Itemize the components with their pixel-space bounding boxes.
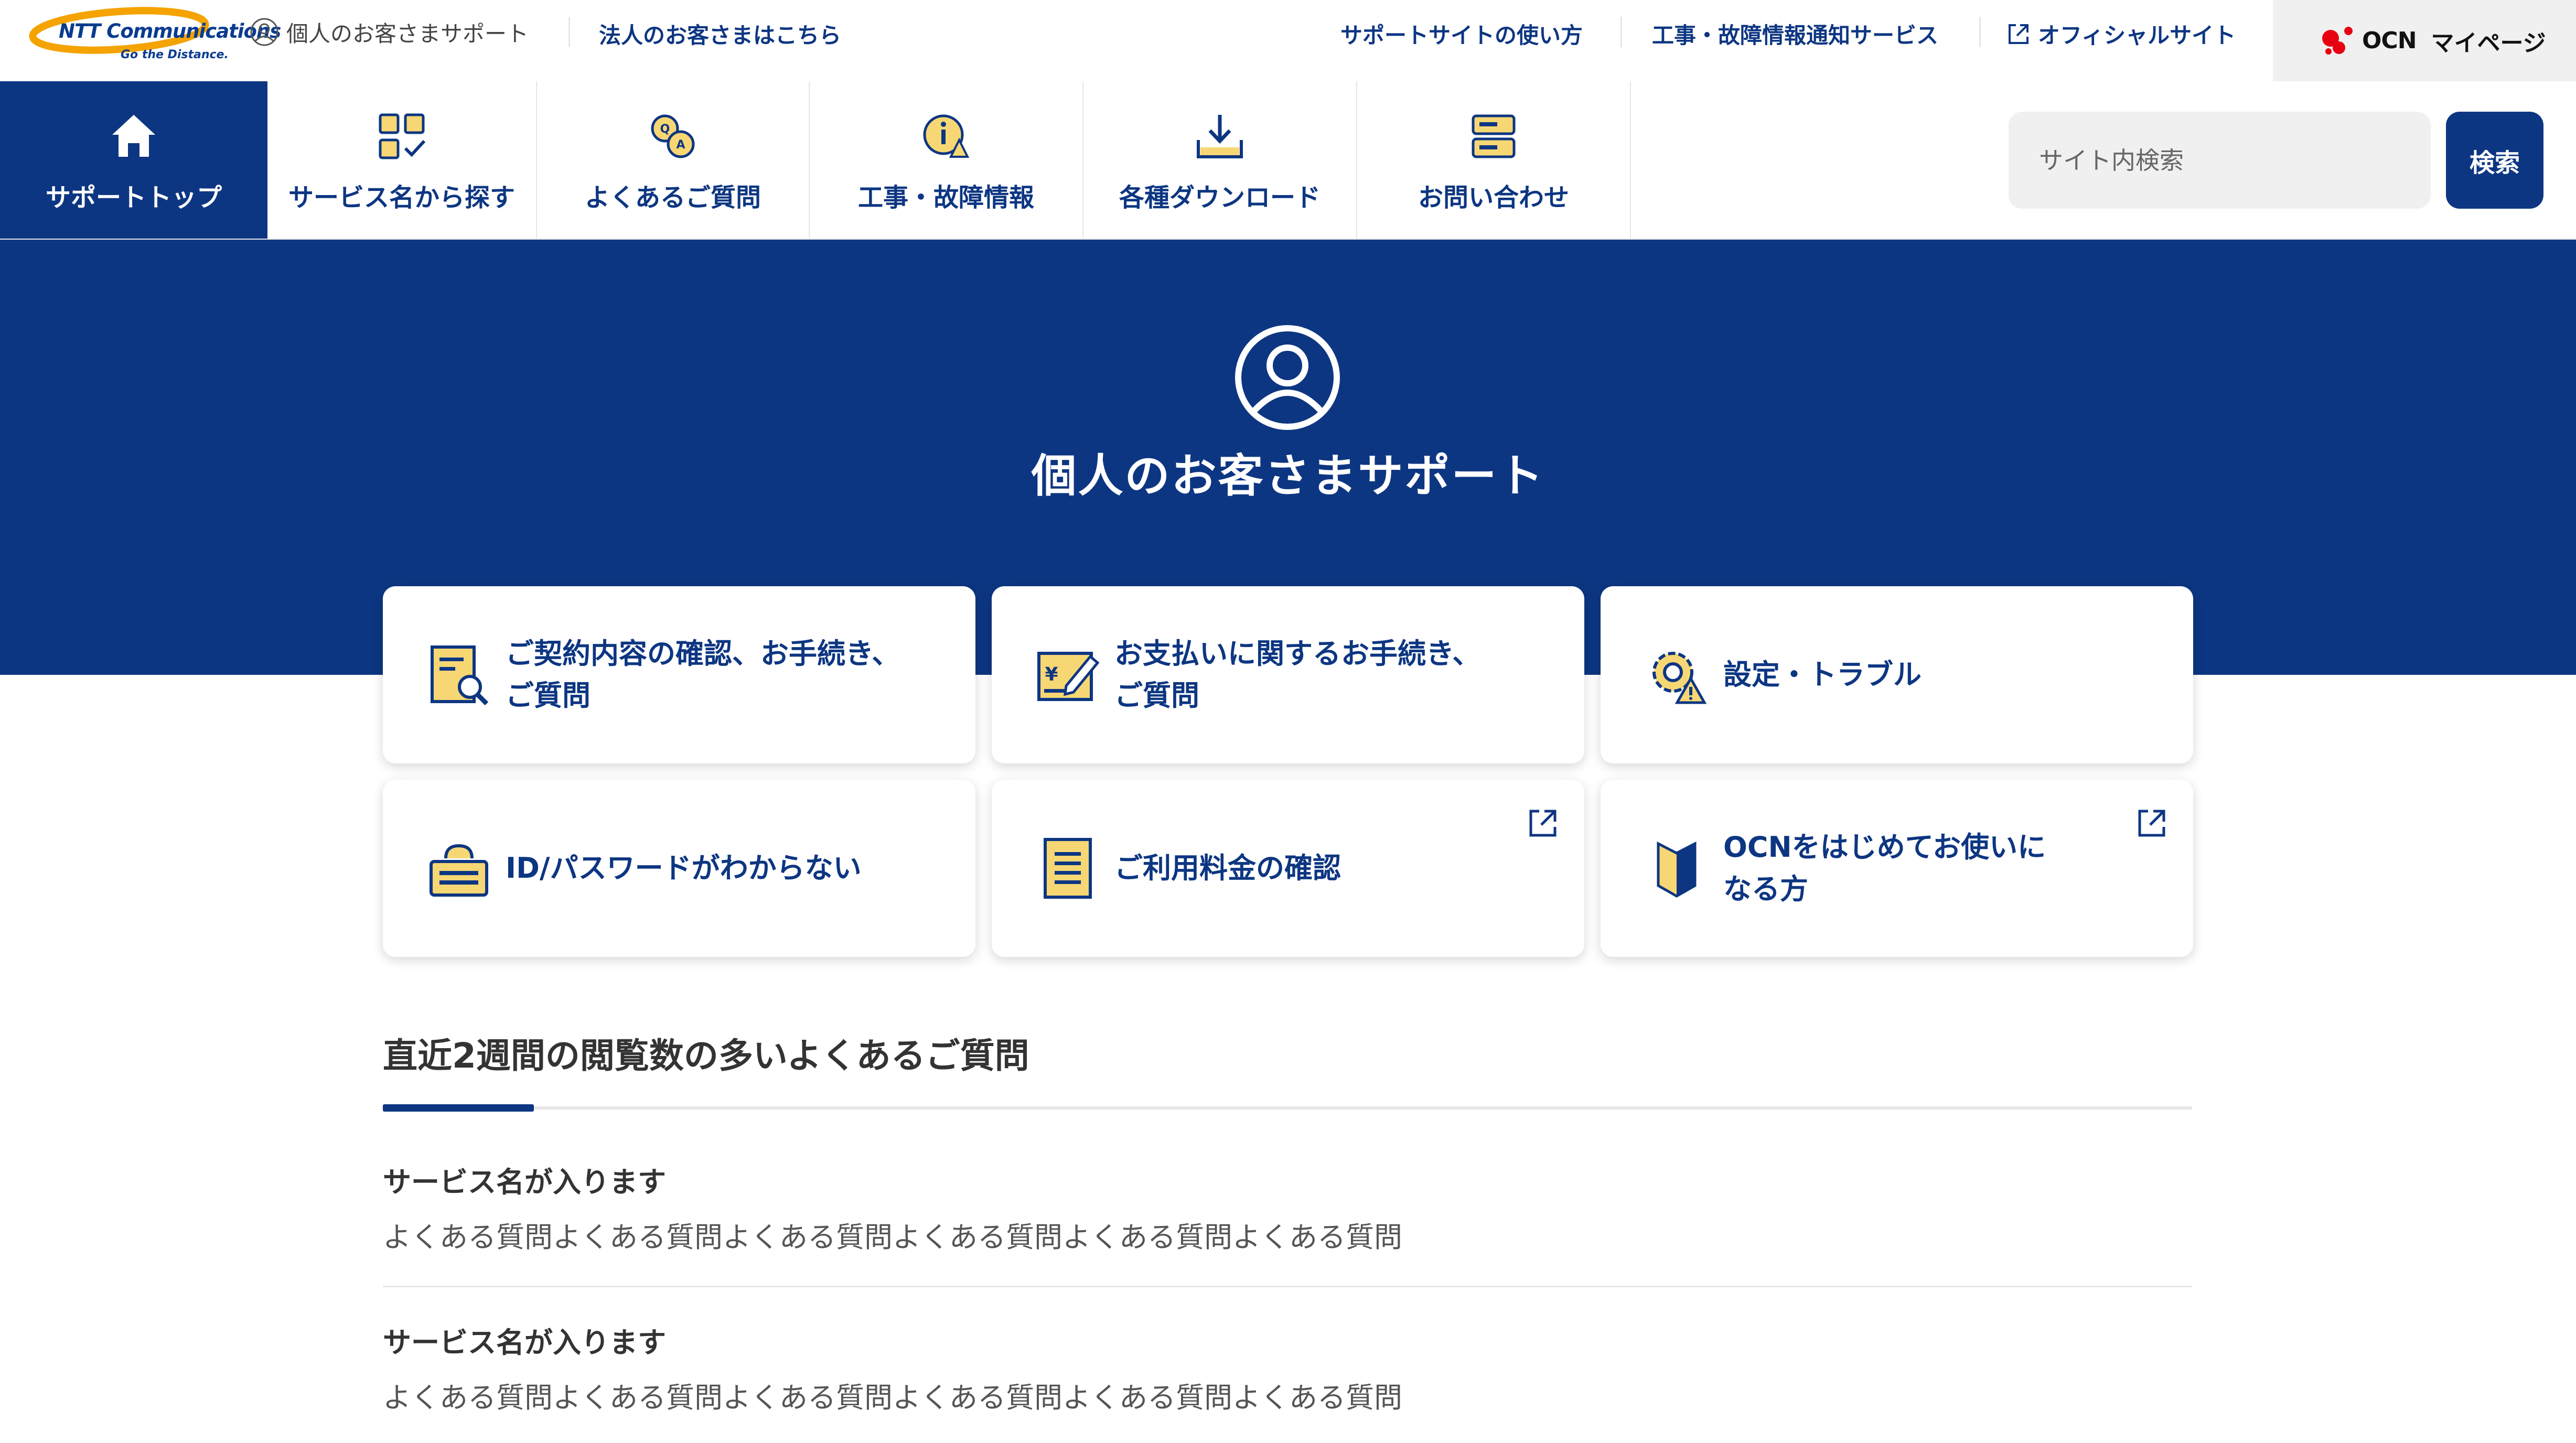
card-ocn-beginner[interactable]: OCNをはじめてお使いに なる方 bbox=[1601, 780, 2193, 957]
card-title: ご利用料金の確認 bbox=[1114, 847, 1341, 889]
svg-text:Q: Q bbox=[660, 123, 670, 136]
ntt-logo[interactable]: NTT Communications Go the Distance. bbox=[27, 4, 281, 67]
contract-search-icon bbox=[431, 645, 489, 706]
nav-label: 各種ダウンロード bbox=[1119, 183, 1321, 212]
nav-faq[interactable]: Q A よくあるご質問 bbox=[537, 81, 810, 239]
card-title-line: お支払いに関するお手続き、 bbox=[1114, 637, 1481, 670]
svg-text:A: A bbox=[676, 138, 685, 152]
card-settings-trouble[interactable]: 設定・トラブル bbox=[1601, 586, 2193, 763]
payment-edit-icon: ¥ bbox=[1037, 652, 1100, 701]
faq-service-name: サービス名が入ります bbox=[383, 1326, 666, 1359]
how-to-use-link[interactable]: サポートサイトの使い方 bbox=[1340, 18, 1583, 50]
personal-support-link[interactable]: 個人のお客さまサポート bbox=[250, 16, 529, 48]
nav-contact[interactable]: お問い合わせ bbox=[1357, 81, 1631, 239]
nav-search-by-service[interactable]: サービス名から探す bbox=[267, 81, 537, 239]
nav-label: よくあるご質問 bbox=[584, 183, 761, 212]
nav-label: サポートトップ bbox=[45, 183, 222, 212]
download-icon bbox=[1197, 115, 1243, 158]
card-title: ご契約内容の確認、お手続き、 ご質問 bbox=[506, 633, 900, 717]
user-circle-icon bbox=[1235, 325, 1340, 430]
page: NTT Communications Go the Distance. 個人のお… bbox=[0, 0, 2576, 1443]
card-title-line: ご質問 bbox=[506, 679, 591, 712]
official-site-label: オフィシャルサイト bbox=[2038, 23, 2236, 48]
faq-heading: 直近2週間の閲覧数の多いよくあるご質問 bbox=[383, 1036, 1029, 1076]
card-usage-fee[interactable]: ご利用料金の確認 bbox=[992, 780, 1584, 957]
card-title-line: ご利用料金の確認 bbox=[1114, 852, 1341, 885]
external-link-icon bbox=[2009, 24, 2028, 44]
faq-divider-accent bbox=[383, 1104, 534, 1112]
card-title-line: ID/パスワードがわからない bbox=[506, 852, 862, 885]
card-id-password[interactable]: ID/パスワードがわからない bbox=[383, 780, 975, 957]
nav-support-top[interactable]: サポートトップ bbox=[0, 81, 267, 239]
site-search-input[interactable] bbox=[2009, 112, 2431, 209]
page-title: 個人のお客さまサポート bbox=[1031, 450, 1545, 502]
card-title: OCNをはじめてお使いに なる方 bbox=[1723, 826, 2046, 910]
search-button[interactable]: 検索 bbox=[2446, 112, 2543, 209]
main-nav: サポートトップ サービス名から探す Q A よくあるご質問 工事・故障情報 各種… bbox=[0, 81, 2576, 240]
id-password-icon bbox=[430, 844, 488, 897]
user-circle-icon bbox=[250, 18, 278, 46]
card-title-line: ご契約内容の確認、お手続き、 bbox=[506, 637, 900, 670]
external-link-icon bbox=[2138, 810, 2165, 837]
official-site-link[interactable]: オフィシャルサイト bbox=[2006, 18, 2236, 50]
card-title-line: なる方 bbox=[1723, 873, 1808, 906]
card-title: 設定・トラブル bbox=[1723, 654, 1922, 696]
utility-bar: NTT Communications Go the Distance. 個人のお… bbox=[0, 0, 2576, 81]
beginner-mark-icon bbox=[1657, 841, 1697, 898]
construction-notice-link[interactable]: 工事・故障情報通知サービス bbox=[1652, 18, 1938, 50]
card-title-line: 設定・トラブル bbox=[1723, 658, 1922, 691]
faq-service-name: サービス名が入ります bbox=[383, 1166, 666, 1199]
nav-construction-info[interactable]: 工事・故障情報 bbox=[810, 81, 1083, 239]
faq-question: よくある質問よくある質問よくある質問よくある質問よくある質問よくある質問 bbox=[383, 1221, 1402, 1254]
contact-icon bbox=[1472, 114, 1516, 158]
faq-divider bbox=[383, 1106, 2192, 1110]
mypage-label: マイページ bbox=[2431, 29, 2546, 57]
card-contract[interactable]: ご契約内容の確認、お手続き、 ご質問 bbox=[383, 586, 975, 763]
ocn-mypage-button[interactable]: OCN マイページ bbox=[2273, 0, 2576, 81]
faq-separator bbox=[383, 1286, 2192, 1287]
logo-brand: NTT Communications bbox=[59, 20, 281, 42]
faq-item[interactable]: サービス名が入ります よくある質問よくある質問よくある質問よくある質問よくある質… bbox=[383, 1159, 2192, 1255]
card-title: お支払いに関するお手続き、 ご質問 bbox=[1114, 633, 1480, 717]
bill-icon bbox=[1044, 838, 1092, 899]
construction-info-icon bbox=[923, 114, 970, 158]
divider bbox=[1620, 17, 1622, 47]
gear-warning-icon bbox=[1652, 652, 1707, 704]
card-title-line: ご質問 bbox=[1114, 679, 1199, 712]
faq-item[interactable]: サービス名が入ります よくある質問よくある質問よくある質問よくある質問よくある質… bbox=[383, 1319, 2192, 1416]
nav-label: サービス名から探す bbox=[288, 183, 515, 212]
svg-text:¥: ¥ bbox=[1045, 664, 1058, 685]
personal-support-label: 個人のお客さまサポート bbox=[286, 20, 529, 47]
nav-label: お問い合わせ bbox=[1418, 183, 1569, 212]
card-title-line: OCNをはじめてお使いに bbox=[1723, 831, 2046, 864]
ocn-logo-text: OCN bbox=[2362, 27, 2417, 54]
external-link-icon bbox=[1529, 810, 1557, 837]
card-payment[interactable]: ¥ お支払いに関するお手続き、 ご質問 bbox=[992, 586, 1584, 763]
grid-check-icon bbox=[379, 113, 426, 159]
divider bbox=[568, 17, 570, 47]
nav-downloads[interactable]: 各種ダウンロード bbox=[1083, 81, 1357, 239]
home-icon bbox=[112, 115, 155, 157]
logo-tagline: Go the Distance. bbox=[121, 48, 229, 61]
divider bbox=[1979, 17, 1981, 47]
nav-label: 工事・故障情報 bbox=[857, 183, 1034, 212]
card-title: ID/パスワードがわからない bbox=[506, 847, 862, 889]
corporate-link[interactable]: 法人のお客さまはこちら bbox=[599, 18, 841, 50]
ocn-logo-icon bbox=[2322, 26, 2353, 55]
faq-question: よくある質問よくある質問よくある質問よくある質問よくある質問よくある質問 bbox=[383, 1381, 1402, 1414]
qa-icon: Q A bbox=[651, 114, 695, 158]
